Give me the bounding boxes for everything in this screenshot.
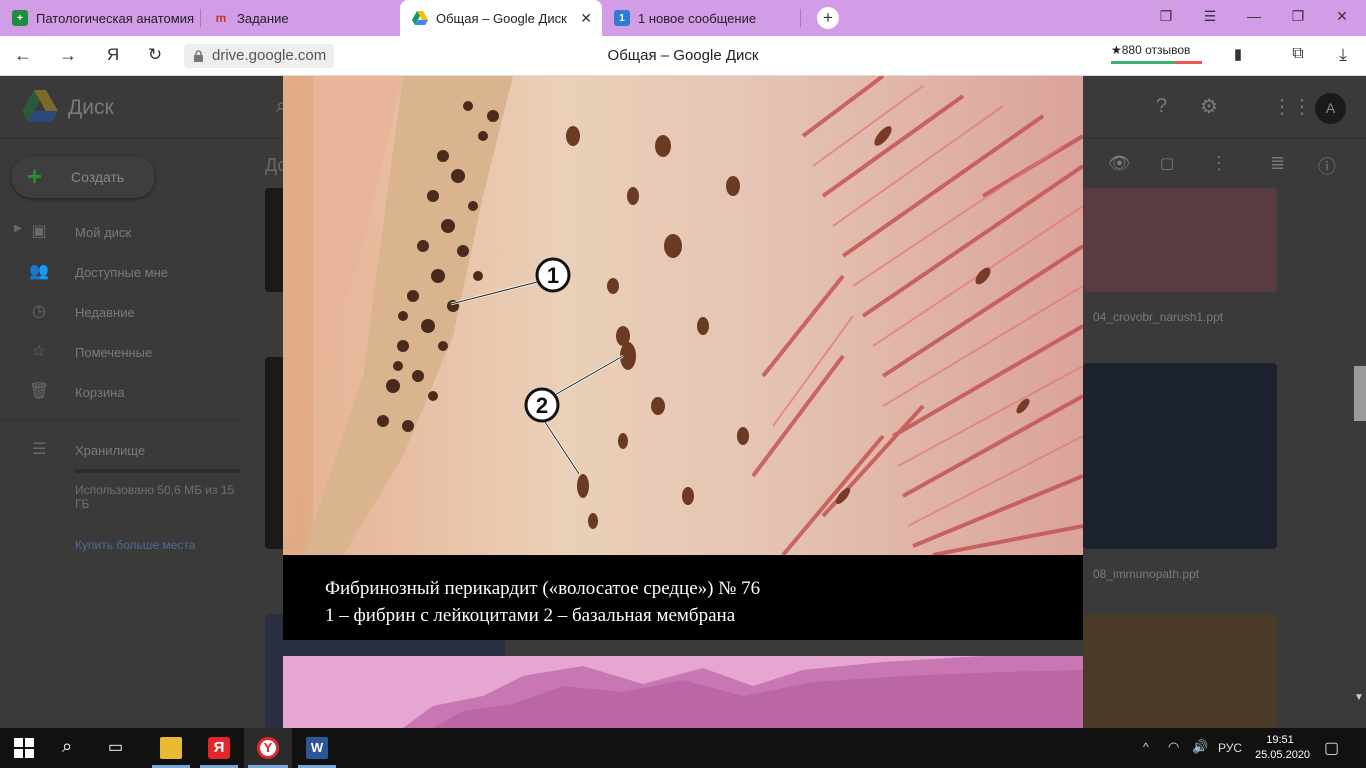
restore-icon[interactable]: ❐	[1288, 8, 1308, 25]
info-icon[interactable]: ⓘ	[1318, 153, 1336, 179]
expand-arrow-icon[interactable]: ▶	[8, 223, 28, 234]
reviews-rating-bar	[1111, 61, 1202, 64]
tab-google-drive[interactable]: Общая – Google Диск ✕	[400, 0, 602, 36]
buy-storage-link[interactable]: Купить больше места	[75, 538, 195, 552]
google-drive-icon	[412, 10, 428, 26]
delete-icon[interactable]: ▢	[1160, 154, 1174, 172]
settings-gear-icon[interactable]: ⚙	[1200, 94, 1218, 119]
scroll-down-icon[interactable]: ▼	[1354, 692, 1364, 703]
preview-eye-icon[interactable]: 👁	[1108, 153, 1131, 174]
file-thumbnail[interactable]	[1083, 614, 1277, 728]
tab-assignment[interactable]: m Задание	[201, 3, 399, 33]
tab-label: Патологическая анатомия	[36, 10, 194, 26]
apps-grid-icon[interactable]: ⋮⋮	[1272, 94, 1312, 119]
forward-icon[interactable]: →	[57, 45, 79, 66]
help-icon[interactable]: ?	[1156, 95, 1167, 118]
sidebar-item-recent[interactable]: Недавние	[75, 305, 135, 320]
search-icon[interactable]: ⌕	[62, 736, 72, 757]
volume-icon[interactable]: 🔊	[1192, 739, 1208, 755]
message-icon: 1	[614, 10, 630, 26]
new-tab-button[interactable]: +	[817, 7, 839, 29]
windows-taskbar: ⌕ ▭ Я Y W ^ ◠ 🔊 РУС 19:51 25.05.2020 ▢	[0, 728, 1366, 768]
notification-icon[interactable]: ▢	[1324, 738, 1339, 758]
sidebar-item-my-drive[interactable]: Мой диск	[75, 225, 131, 240]
sheets-icon: +	[12, 10, 28, 26]
yandex-icon[interactable]: Я	[208, 737, 230, 759]
file-thumbnail[interactable]	[265, 357, 285, 549]
wifi-icon[interactable]: ◠	[1168, 739, 1179, 755]
plus-icon: +	[27, 161, 43, 191]
file-name[interactable]: 08_immunopath.ppt	[1093, 567, 1199, 581]
my-drive-icon: ▣	[31, 223, 47, 240]
storage-icon: ☰	[31, 441, 47, 458]
slide-caption: Фибринозный перикардит («волосатое средц…	[283, 555, 1083, 640]
minimize-icon[interactable]: —	[1244, 8, 1264, 24]
sidebar-item-storage[interactable]: Хранилище	[75, 443, 145, 458]
sidebar-item-starred[interactable]: Помеченные	[75, 345, 152, 360]
viewer-scrollbar[interactable]	[1354, 366, 1366, 421]
avatar[interactable]: A	[1315, 93, 1346, 124]
back-icon[interactable]: ←	[12, 45, 34, 66]
histology-image[interactable]: 1 2	[283, 76, 1083, 555]
yandex-browser-icon[interactable]: Y	[257, 737, 279, 759]
language-indicator[interactable]: РУС	[1218, 741, 1242, 755]
list-view-icon[interactable]: ≣	[1270, 153, 1285, 174]
shared-icon: 👥	[29, 263, 49, 280]
download-icon[interactable]: ⤓	[1332, 45, 1354, 65]
marker-2: 2	[524, 387, 560, 423]
file-thumbnail[interactable]	[1083, 188, 1277, 292]
menu-icon[interactable]: ☰	[1200, 8, 1220, 25]
tab-label: Общая – Google Диск	[436, 10, 567, 26]
next-slide-image[interactable]	[283, 656, 1083, 728]
windows-start-icon[interactable]	[14, 738, 34, 758]
browser-tab-bar: + Патологическая анатомия m Задание Обща…	[0, 0, 1366, 36]
tab-label: Задание	[237, 10, 289, 26]
storage-usage: Использовано 50,6 МБ из 15 ГБ	[75, 483, 235, 511]
reload-icon[interactable]: ↻	[144, 45, 166, 65]
drive-brand: Диск	[68, 96, 114, 119]
bookmark-icon[interactable]: ▮	[1227, 45, 1249, 63]
create-label: Создать	[71, 169, 125, 185]
sidebar-item-trash[interactable]: Корзина	[75, 385, 125, 400]
lock-icon	[194, 50, 203, 62]
collections-icon[interactable]: ⧉	[1287, 45, 1309, 63]
create-button[interactable]: + Создать	[11, 156, 155, 198]
address-bar: ← → Я ↻ drive.google.com Общая – Google …	[0, 36, 1366, 76]
caption-line-1: Фибринозный перикардит («волосатое средц…	[325, 578, 761, 599]
url-field[interactable]: drive.google.com	[184, 44, 335, 68]
task-view-icon[interactable]: ▭	[108, 737, 123, 757]
more-icon[interactable]: ⋮	[1210, 153, 1228, 174]
file-thumbnail[interactable]	[265, 188, 285, 292]
file-explorer-icon[interactable]	[160, 737, 182, 759]
tab-label: 1 новое сообщение	[638, 10, 757, 26]
marker-1: 1	[535, 257, 571, 293]
file-name[interactable]: 04_crovobr_narush1.ppt	[1093, 310, 1223, 324]
caption-line-2: 1 – фибрин с лейкоцитами 2 – базальная м…	[325, 605, 736, 626]
file-thumbnail[interactable]	[1083, 363, 1277, 549]
sidebar-item-shared[interactable]: Доступные мне	[75, 265, 168, 280]
tab-messages[interactable]: 1 1 новое сообщение	[602, 3, 800, 33]
moodle-icon: m	[215, 11, 227, 25]
drive-logo-icon	[22, 90, 58, 122]
star-icon: ☆	[31, 343, 47, 360]
clock-time: 19:51	[1266, 734, 1294, 746]
clock-date: 25.05.2020	[1255, 749, 1311, 761]
tabs-overview-icon[interactable]: ❐	[1156, 8, 1176, 25]
reviews-badge[interactable]: ★880 отзывов	[1111, 43, 1190, 61]
tab-pathology[interactable]: + Патологическая анатомия	[0, 3, 200, 33]
word-icon[interactable]: W	[306, 737, 328, 759]
system-clock[interactable]: 19:51 25.05.2020	[1255, 733, 1311, 763]
window-close-icon[interactable]: ✕	[1332, 8, 1352, 25]
yandex-icon[interactable]: Я	[102, 45, 124, 65]
marker-1-label: 1	[547, 263, 559, 288]
tray-chevron-icon[interactable]: ^	[1143, 740, 1149, 754]
marker-2-label: 2	[536, 393, 548, 418]
trash-icon: 🗑	[29, 383, 50, 400]
close-tab-icon[interactable]: ✕	[580, 10, 592, 27]
clock-icon: ◷	[32, 303, 46, 320]
